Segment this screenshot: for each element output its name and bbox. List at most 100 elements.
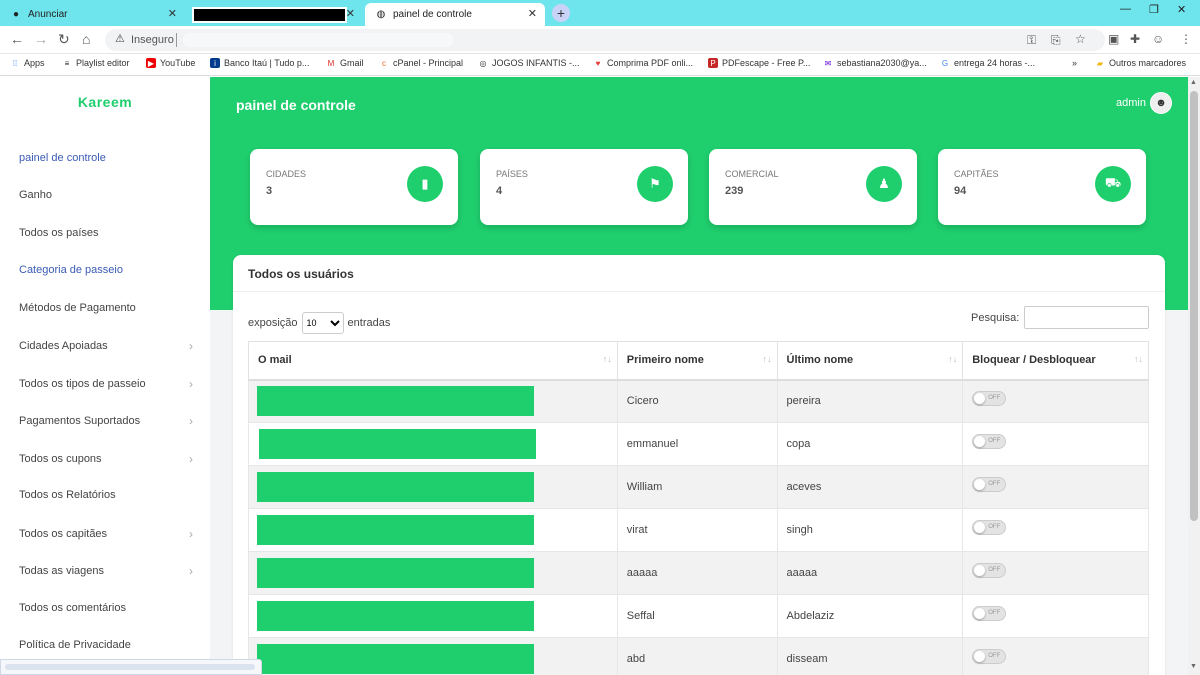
bookmark-comprima[interactable]: ♥ Comprima PDF onli...	[593, 58, 693, 68]
sidebar-item-capitaes[interactable]: Todos os capitães ›	[19, 527, 199, 541]
sidebar-item-label: Todos os tipos de passeio	[19, 378, 146, 390]
star-icon[interactable]: ☆	[1075, 32, 1086, 46]
column-header-last-name[interactable]: Último nome ↑↓	[776, 341, 964, 381]
bookmark-pdfescape[interactable]: P PDFescape - Free P...	[708, 58, 810, 68]
stat-card-cidades: CIDADES 3 ▮	[250, 149, 458, 225]
sidebar-item-politica-de-privacidade[interactable]: Política de Privacidade	[19, 639, 199, 651]
close-icon[interactable]: ✕	[528, 7, 537, 20]
column-header-block-unblock[interactable]: Bloquear / Desbloquear ↑↓	[962, 341, 1149, 381]
user-name[interactable]: admin	[1116, 97, 1146, 109]
sidebar-item-label: Métodos de Pagamento	[19, 302, 136, 314]
redacted-email	[257, 515, 534, 545]
avatar[interactable]: ☻	[1150, 92, 1172, 114]
stat-value: 239	[725, 185, 744, 197]
redacted-tab-title	[192, 6, 347, 23]
bookmark-playlist[interactable]: ≡ Playlist editor	[62, 58, 130, 68]
sidebar-item-categoria-de-passeio[interactable]: Categoria de passeio	[19, 264, 199, 276]
block-toggle[interactable]: OFF	[972, 519, 1007, 535]
stat-label: PAÍSES	[496, 169, 528, 179]
new-tab-button[interactable]: +	[552, 4, 570, 22]
tab-redacted[interactable]: ✕	[187, 3, 363, 26]
sidebar-item-pagamentos-suportados[interactable]: Pagamentos Suportados ›	[19, 414, 199, 428]
puzzle-icon[interactable]: ✚	[1130, 32, 1140, 46]
stat-label: COMERCIAL	[725, 169, 779, 179]
scroll-thumb[interactable]	[1190, 91, 1198, 521]
sidebar-item-todos-os-paises[interactable]: Todos os países	[19, 227, 199, 239]
sidebar-item-viagens[interactable]: Todas as viagens ›	[19, 564, 199, 578]
block-toggle[interactable]: OFF	[972, 562, 1007, 578]
sidebar-item-comentarios[interactable]: Todos os comentários	[19, 602, 199, 614]
redacted-email	[257, 644, 534, 674]
entries-per-page-select[interactable]: 10	[301, 312, 344, 334]
bookmark-jogos[interactable]: ◎ JOGOS INFANTIS -...	[478, 58, 580, 68]
sidebar-item-metodos-de-pagamento[interactable]: Métodos de Pagamento	[19, 302, 199, 314]
toggle-label: OFF	[988, 394, 1001, 401]
sidebar-item-relatorios[interactable]: Todos os Relatórios	[19, 489, 199, 501]
key-icon[interactable]: ⚿	[1027, 33, 1036, 48]
scroll-up-icon[interactable]: ▲	[1190, 79, 1197, 86]
forward-icon[interactable]: →	[34, 31, 48, 47]
sort-icon[interactable]: ↑↓	[763, 354, 772, 364]
toggle-knob	[974, 607, 986, 619]
globe-icon: ◍	[376, 9, 386, 20]
reload-icon[interactable]: ↻	[58, 31, 70, 48]
sidebar-item-label: Política de Privacidade	[19, 639, 131, 651]
restore-icon[interactable]: ❐	[1149, 3, 1159, 16]
bookmark-youtube[interactable]: ▶ YouTube	[146, 58, 195, 68]
close-icon[interactable]: ✕	[168, 7, 177, 20]
close-icon[interactable]: ✕	[346, 7, 355, 20]
stat-card-comercial: COMERCIAL 239 ♟	[709, 149, 917, 225]
sidebar-item-cupons[interactable]: Todos os cupons ›	[19, 452, 199, 466]
tab-painel-de-controle[interactable]: ◍ painel de controle ✕	[365, 3, 545, 26]
stat-label: CIDADES	[266, 169, 307, 179]
extension-icon[interactable]: ▣	[1108, 32, 1119, 46]
sidebar-item-tipos-de-passeio[interactable]: Todos os tipos de passeio ›	[19, 377, 199, 391]
sidebar-item-painel-de-controle[interactable]: painel de controle	[19, 152, 199, 164]
block-toggle[interactable]: OFF	[972, 476, 1007, 492]
stat-card-capitaes: CAPITÃES 94 ⛟	[938, 149, 1146, 225]
sidebar-item-ganho[interactable]: Ganho	[19, 189, 199, 201]
last-name-cell: aceves	[776, 465, 964, 509]
brand-logo[interactable]: Kareem	[0, 94, 210, 110]
bookmark-itau[interactable]: i Banco Itaú | Tudo p...	[210, 58, 309, 68]
block-toggle[interactable]: OFF	[972, 605, 1007, 621]
column-header-first-name[interactable]: Primeiro nome ↑↓	[616, 341, 778, 381]
redacted-url	[183, 33, 453, 47]
tab-anunciar[interactable]: ● Anunciar ✕	[0, 3, 185, 26]
warning-icon: ⚠	[115, 33, 125, 45]
toggle-label: OFF	[988, 566, 1001, 573]
redacted-status-url	[5, 664, 255, 670]
home-icon[interactable]: ⌂	[82, 31, 90, 47]
bookmark-gmail[interactable]: M Gmail	[326, 58, 364, 68]
sidebar-item-cidades-apoiadas[interactable]: Cidades Apoiadas ›	[19, 339, 199, 353]
back-icon[interactable]: ←	[10, 31, 24, 47]
search-label: Pesquisa:	[971, 312, 1020, 324]
block-toggle[interactable]: OFF	[972, 433, 1007, 449]
profile-icon[interactable]: ☺	[1152, 32, 1164, 46]
block-toggle[interactable]: OFF	[972, 390, 1007, 406]
sort-icon[interactable]: ↑↓	[603, 354, 612, 364]
translate-icon[interactable]: ⎘	[1051, 33, 1061, 48]
email-cell	[248, 508, 618, 552]
first-name-cell: William	[616, 465, 778, 509]
window-close-icon[interactable]: ✕	[1177, 3, 1186, 16]
address-bar[interactable]: ⚠ Inseguro ⚿ ⎘ ☆	[105, 29, 1105, 51]
heart-icon: ♥	[595, 58, 601, 68]
sort-icon[interactable]: ↑↓	[948, 354, 957, 364]
itau-icon: i	[210, 58, 220, 68]
minimize-icon[interactable]: —	[1120, 3, 1131, 15]
bookmark-entrega[interactable]: Gentrega 24 horas -...	[940, 58, 1035, 68]
bookmark-other[interactable]: ▰ Outros marcadores	[1095, 58, 1186, 68]
menu-icon[interactable]: ⋮	[1180, 32, 1192, 46]
bookmark-yahoo[interactable]: ✉ sebastiana2030@ya...	[823, 58, 927, 68]
search-input[interactable]	[1024, 306, 1149, 329]
bookmarks-overflow[interactable]: »	[1072, 58, 1077, 68]
bookmark-cpanel[interactable]: c cPanel - Principal	[379, 58, 463, 68]
block-toggle[interactable]: OFF	[972, 648, 1007, 664]
bookmark-apps[interactable]: ⁞⁞ Apps	[10, 58, 45, 68]
scroll-down-icon[interactable]: ▼	[1190, 663, 1197, 670]
column-header-email[interactable]: O mail ↑↓	[248, 341, 618, 381]
sort-icon[interactable]: ↑↓	[1134, 354, 1143, 364]
page-scrollbar[interactable]: ▲ ▼	[1188, 77, 1200, 675]
apps-icon: ⁞⁞	[12, 58, 18, 68]
